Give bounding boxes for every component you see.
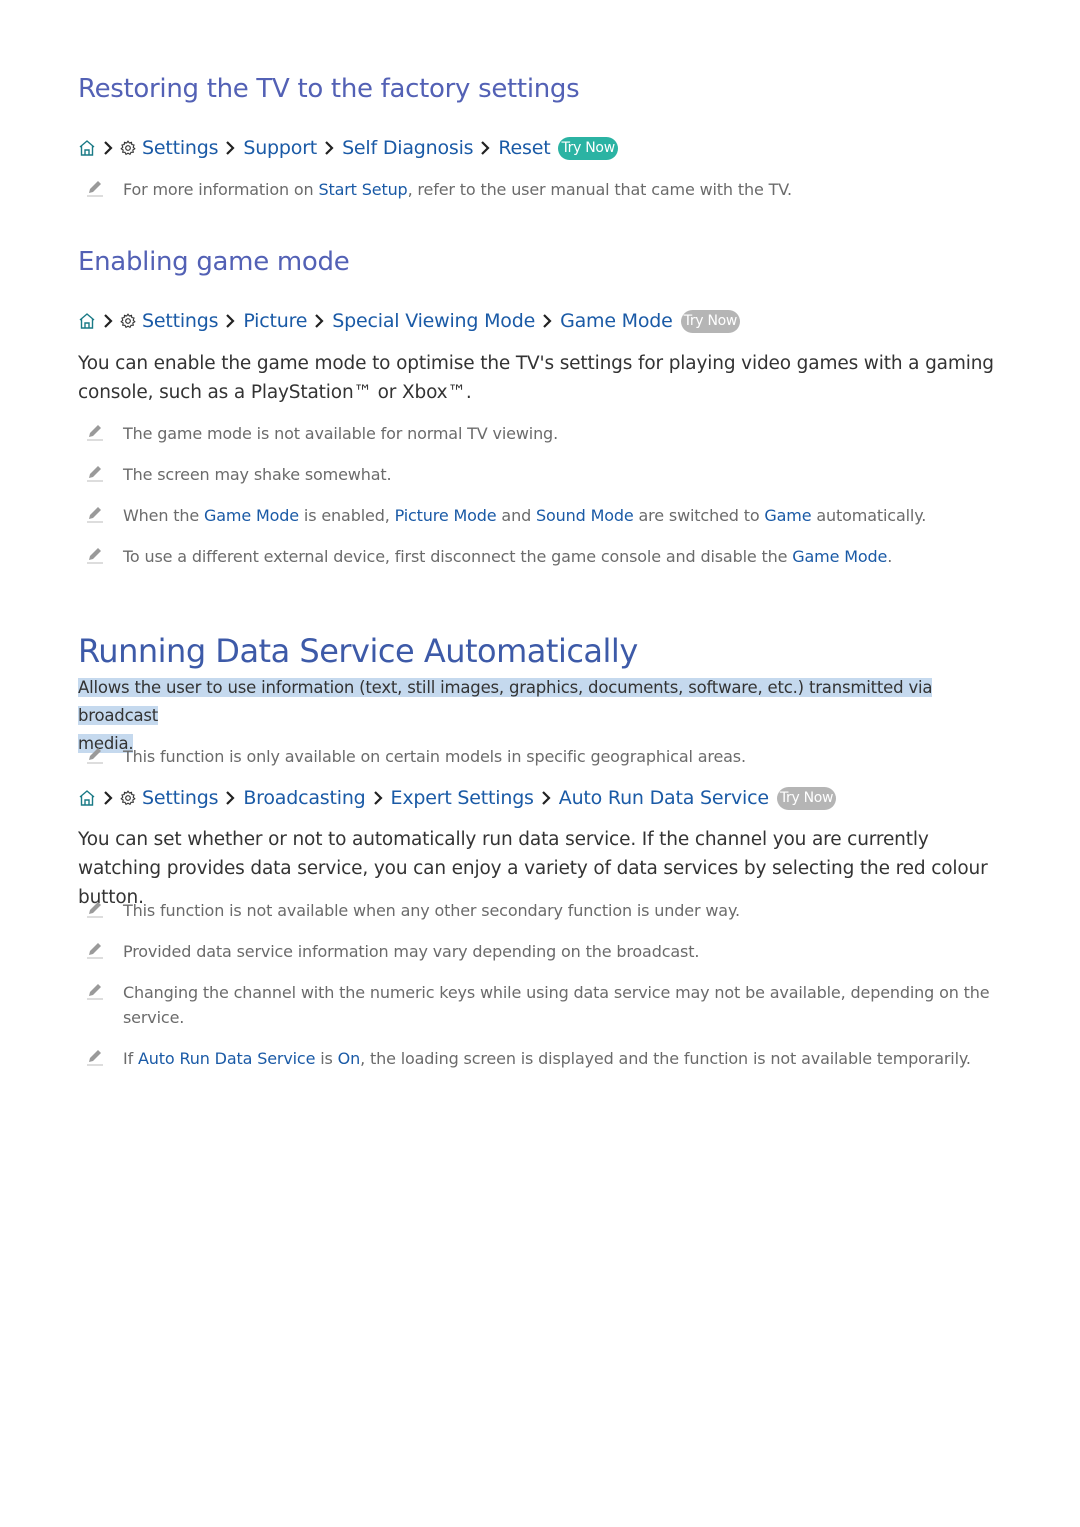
link-picture-mode[interactable]: Picture Mode (395, 506, 497, 525)
chevron-right-icon (225, 314, 235, 328)
path-item-broadcasting[interactable]: Broadcasting (243, 787, 365, 809)
path-item-special-viewing-mode[interactable]: Special Viewing Mode (332, 310, 535, 332)
menu-path-game-mode: Settings Picture Special Viewing Mode Ga… (78, 308, 741, 334)
note-item: This function is not available when any … (78, 898, 1003, 923)
link-game-mode[interactable]: Game Mode (204, 506, 299, 525)
note-item: Provided data service information may va… (78, 939, 1003, 964)
pencil-icon (78, 1046, 123, 1071)
path-item-settings[interactable]: Settings (142, 310, 219, 332)
note-item: Changing the channel with the numeric ke… (78, 980, 1003, 1030)
note-item: When the Game Mode is enabled, Picture M… (78, 503, 1003, 528)
chevron-right-icon (542, 314, 552, 328)
pencil-icon (78, 462, 123, 487)
try-now-button[interactable]: Try Now (680, 309, 741, 333)
chevron-right-icon (225, 141, 235, 155)
pencil-icon (78, 503, 123, 528)
pencil-icon (78, 898, 123, 923)
section-title-restore: Restoring the TV to the factory settings (78, 74, 580, 104)
path-item-settings[interactable]: Settings (142, 787, 219, 809)
pencil-icon (78, 744, 123, 769)
gear-icon (120, 313, 136, 329)
note-item: If Auto Run Data Service is On, the load… (78, 1046, 1003, 1071)
path-item-settings[interactable]: Settings (142, 137, 219, 159)
chevron-right-icon (103, 791, 113, 805)
pencil-icon (78, 980, 123, 1030)
gear-icon (120, 790, 136, 806)
path-item-self-diagnosis[interactable]: Self Diagnosis (342, 137, 474, 159)
note-start-setup: For more information on Start Setup, ref… (78, 177, 1003, 202)
path-item-game-mode[interactable]: Game Mode (560, 310, 673, 332)
chevron-right-icon (480, 141, 490, 155)
path-item-support[interactable]: Support (243, 137, 317, 159)
path-item-picture[interactable]: Picture (243, 310, 307, 332)
try-now-button[interactable]: Try Now (558, 136, 618, 160)
chevron-right-icon (541, 791, 551, 805)
home-icon (78, 139, 96, 157)
menu-path-data-service: Settings Broadcasting Expert Settings Au… (78, 785, 837, 811)
path-item-auto-run-data-service[interactable]: Auto Run Data Service (559, 787, 769, 809)
note-item: This function is only available on certa… (78, 744, 1003, 769)
home-icon (78, 789, 96, 807)
pencil-icon (78, 939, 123, 964)
link-sound-mode[interactable]: Sound Mode (536, 506, 634, 525)
chevron-right-icon (314, 314, 324, 328)
gear-icon (120, 140, 136, 156)
try-now-button[interactable]: Try Now (776, 786, 837, 810)
link-auto-run-data-service[interactable]: Auto Run Data Service (138, 1049, 315, 1068)
chevron-right-icon (103, 141, 113, 155)
note-item: The screen may shake somewhat. (78, 462, 1003, 487)
section-title-game-mode: Enabling game mode (78, 247, 350, 277)
pencil-icon (78, 544, 123, 569)
link-on[interactable]: On (338, 1049, 361, 1068)
section-title-data-service: Running Data Service Automatically (78, 632, 638, 670)
pencil-icon (78, 177, 123, 202)
link-game-mode[interactable]: Game Mode (792, 547, 887, 566)
chevron-right-icon (225, 791, 235, 805)
path-item-expert-settings[interactable]: Expert Settings (391, 787, 534, 809)
chevron-right-icon (103, 314, 113, 328)
chevron-right-icon (324, 141, 334, 155)
link-game[interactable]: Game (764, 506, 811, 525)
path-item-reset[interactable]: Reset (498, 137, 550, 159)
game-mode-description: You can enable the game mode to optimise… (78, 353, 994, 403)
menu-path-restore: Settings Support Self Diagnosis Reset Tr… (78, 135, 618, 161)
note-item: To use a different external device, firs… (78, 544, 1003, 569)
note-item: The game mode is not available for norma… (78, 421, 1003, 446)
pencil-icon (78, 421, 123, 446)
home-icon (78, 312, 96, 330)
link-start-setup[interactable]: Start Setup (318, 180, 407, 199)
chevron-right-icon (373, 791, 383, 805)
